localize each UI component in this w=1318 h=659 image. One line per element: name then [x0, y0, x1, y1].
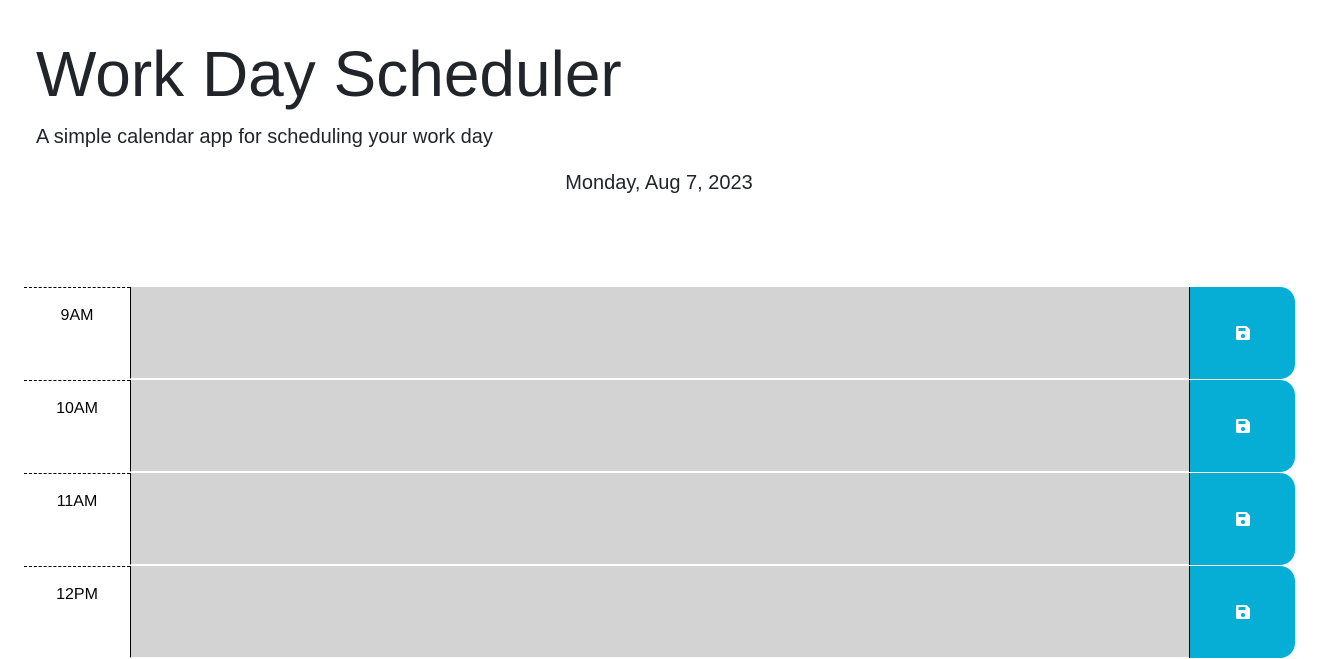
save-button[interactable]	[1189, 566, 1295, 658]
page-subtitle: A simple calendar app for scheduling you…	[36, 126, 493, 148]
hour-label: 10AM	[24, 380, 130, 473]
jumbotron-header: Work Day Scheduler A simple calendar app…	[0, 0, 1318, 287]
description-input[interactable]	[130, 380, 1189, 472]
description-input[interactable]	[130, 287, 1189, 379]
description-input[interactable]	[130, 473, 1189, 565]
save-icon	[1235, 326, 1250, 340]
hour-label: 12PM	[24, 566, 130, 659]
time-block-11am: 11AM	[24, 473, 1295, 566]
current-day: Monday, Aug 7, 2023	[565, 172, 753, 194]
description-input[interactable]	[130, 566, 1189, 658]
save-icon	[1235, 419, 1250, 433]
save-button[interactable]	[1189, 473, 1295, 565]
hour-label: 11AM	[24, 473, 130, 566]
save-button[interactable]	[1189, 287, 1295, 379]
save-icon	[1235, 512, 1250, 526]
save-icon	[1235, 605, 1250, 619]
save-button[interactable]	[1189, 380, 1295, 472]
time-block-list: 9AM 10AM 11AM 12PM	[24, 287, 1295, 659]
page-title: Work Day Scheduler	[36, 38, 622, 110]
time-block-12pm: 12PM	[24, 566, 1295, 659]
time-block-10am: 10AM	[24, 380, 1295, 473]
hour-label: 9AM	[24, 287, 130, 380]
time-block-9am: 9AM	[24, 287, 1295, 380]
